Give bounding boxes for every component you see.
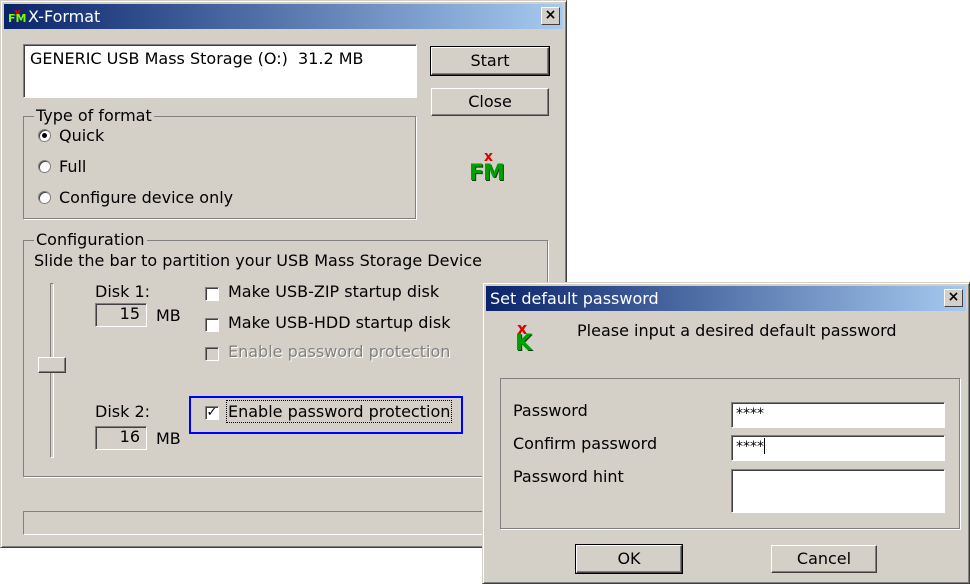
ok-button[interactable]: OK <box>575 544 683 574</box>
disk2-unit: MB <box>156 429 181 448</box>
close-dialog-button[interactable]: × <box>944 289 963 307</box>
partition-slider-thumb[interactable] <box>38 357 66 373</box>
password-dialog: Set default password × x K Please input … <box>482 282 970 584</box>
zip-startup-checkbox[interactable] <box>205 287 219 301</box>
type-of-format-label: Type of format <box>34 106 154 125</box>
close-window-button[interactable]: × <box>541 7 560 25</box>
app-logo-icon: x FM <box>8 6 27 25</box>
zip-startup-label[interactable]: Make USB-ZIP startup disk <box>228 282 439 301</box>
password-hint-label: Password hint <box>513 467 624 486</box>
close-icon: × <box>947 289 960 305</box>
disk1-label: Disk 1: <box>95 282 151 301</box>
password-protection-checkbox[interactable]: ✓ <box>205 406 219 420</box>
password-dialog-titlebar[interactable]: Set default password × <box>486 286 966 311</box>
password-input[interactable]: **** <box>731 402 945 428</box>
partition-instruction: Slide the bar to partition your USB Mass… <box>34 251 483 270</box>
dialog-title: Set default password <box>490 289 659 308</box>
fm-logo-icon: x FM <box>469 149 505 186</box>
configuration-label: Configuration <box>34 230 147 249</box>
check-icon: ✓ <box>206 405 218 420</box>
password-protection-checkbox-disabled <box>205 347 219 361</box>
close-button[interactable]: Close <box>431 88 549 116</box>
confirm-password-value: **** <box>736 439 764 455</box>
hdd-startup-checkbox[interactable] <box>205 318 219 332</box>
disk1-unit: MB <box>156 306 181 325</box>
key-logo-icon: x K <box>515 319 533 356</box>
password-label: Password <box>513 401 588 420</box>
device-list[interactable]: GENERIC USB Mass Storage (O:) 31.2 MB <box>23 44 417 98</box>
xformat-titlebar[interactable]: x FM X-Format × <box>4 4 563 29</box>
disk1-size-field: 15 <box>95 303 147 327</box>
cancel-button[interactable]: Cancel <box>771 545 877 573</box>
text-caret <box>764 438 765 454</box>
confirm-password-label: Confirm password <box>513 434 658 453</box>
start-button[interactable]: Start <box>430 46 550 76</box>
progress-bar <box>23 511 548 535</box>
radio-configure-only-label[interactable]: Configure device only <box>59 188 233 207</box>
disk2-label: Disk 2: <box>95 402 151 421</box>
password-hint-input[interactable] <box>731 469 945 513</box>
hdd-startup-label[interactable]: Make USB-HDD startup disk <box>228 313 450 332</box>
disk2-size-field: 16 <box>95 426 147 450</box>
radio-full-label[interactable]: Full <box>59 157 86 176</box>
confirm-password-input[interactable]: **** <box>731 435 945 461</box>
device-list-item[interactable]: GENERIC USB Mass Storage (O:) 31.2 MB <box>30 49 364 68</box>
password-protection-label-disabled: Enable password protection <box>228 342 451 361</box>
window-title: X-Format <box>28 7 101 26</box>
radio-quick[interactable] <box>38 129 51 142</box>
radio-quick-label[interactable]: Quick <box>59 126 104 145</box>
close-icon: × <box>544 7 557 23</box>
dialog-prompt: Please input a desired default password <box>577 321 897 340</box>
radio-configure-only[interactable] <box>38 191 51 204</box>
radio-full[interactable] <box>38 160 51 173</box>
password-protection-label[interactable]: Enable password protection <box>225 400 453 423</box>
